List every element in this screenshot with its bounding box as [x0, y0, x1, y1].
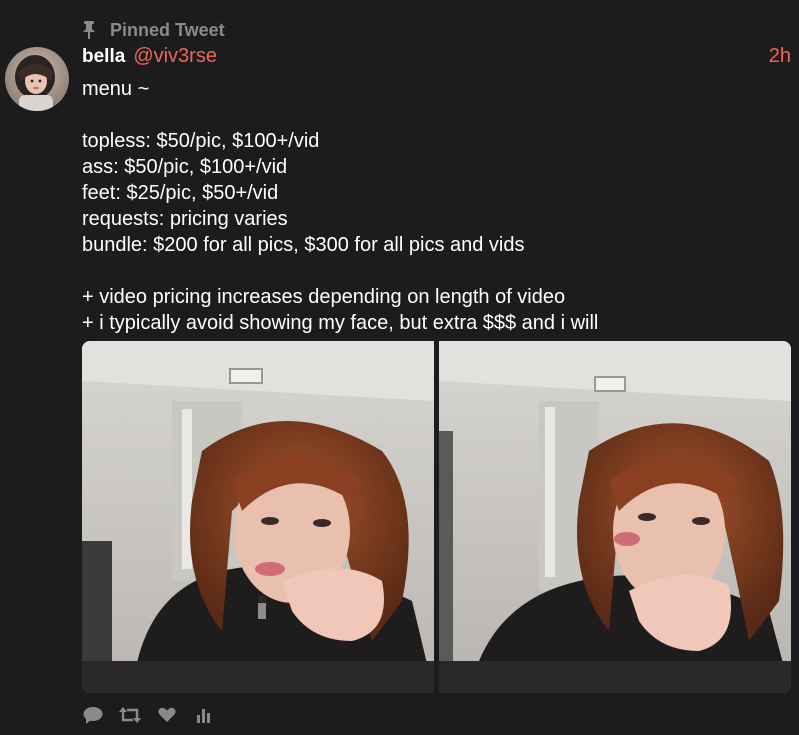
reply-icon [83, 707, 103, 724]
pin-icon [83, 21, 95, 39]
body-line: feet: $25/pic, $50+/vid [82, 182, 279, 204]
avatar[interactable] [5, 47, 69, 111]
media-grid [82, 341, 791, 693]
tweet-actions [82, 704, 230, 726]
body-line: topless: $50/pic, $100+/vid [82, 130, 320, 152]
body-line: + i typically avoid showing my face, but… [82, 312, 599, 334]
body-line [82, 258, 791, 284]
heart-icon [158, 707, 176, 722]
author-name[interactable]: bella [82, 46, 125, 68]
like-button[interactable] [156, 704, 178, 726]
media-photo-1[interactable] [82, 341, 434, 693]
body-line: bundle: $200 for all pics, $300 for all … [82, 234, 525, 256]
analytics-icon [197, 709, 210, 723]
photo-1 [82, 341, 434, 693]
tweet-header: bella @viv3rse 2h [82, 45, 791, 69]
reply-button[interactable] [82, 704, 104, 726]
author-handle[interactable]: @viv3rse [133, 45, 217, 68]
body-line: ass: $50/pic, $100+/vid [82, 156, 288, 178]
tweet-body: menu ~ topless: $50/pic, $100+/vid ass: … [82, 76, 791, 336]
media-photo-2[interactable] [439, 341, 791, 693]
photo-2 [439, 341, 791, 693]
retweet-button[interactable] [119, 704, 141, 726]
avatar-photo [5, 47, 69, 111]
analytics-button[interactable] [193, 704, 215, 726]
body-line: menu ~ [82, 78, 150, 100]
retweet-icon [119, 707, 141, 723]
pinned-label: Pinned Tweet [110, 20, 225, 40]
body-line: + video pricing increases depending on l… [82, 286, 566, 308]
body-line: requests: pricing varies [82, 208, 288, 230]
pinned-indicator: Pinned Tweet [82, 19, 225, 41]
tweet-time[interactable]: 2h [769, 45, 791, 68]
body-line [82, 102, 791, 128]
tweet: Pinned Tweet bella @viv3rse 2h menu ~ to… [0, 0, 799, 735]
